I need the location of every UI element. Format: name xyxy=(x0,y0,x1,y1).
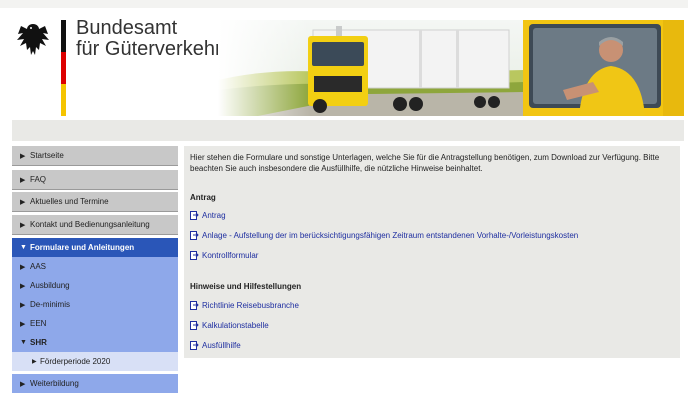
doc-link-kalkulationstabelle[interactable]: Kalkulationstabelle xyxy=(190,321,269,330)
nav-label: Weiterbildung xyxy=(30,379,79,388)
nav-label: Startseite xyxy=(30,151,64,160)
nav-label: Aktuelles und Termine xyxy=(30,197,109,206)
chevron-right-icon: ▶ xyxy=(20,221,26,229)
chevron-right-icon: ▶ xyxy=(32,359,37,365)
chevron-right-icon: ▶ xyxy=(20,152,26,160)
section-heading-antrag: Antrag xyxy=(190,193,216,202)
truck-driver-photo xyxy=(523,20,684,116)
document-download-icon xyxy=(190,251,199,260)
nav-item-een[interactable]: ▶ EEN xyxy=(12,314,178,333)
nav-item-startseite[interactable]: ▶ Startseite xyxy=(12,146,178,166)
document-download-icon xyxy=(190,211,199,220)
nav-item-formulare[interactable]: ▼ Formulare und Anleitungen xyxy=(12,238,178,257)
document-download-icon xyxy=(190,301,199,310)
nav-item-faq[interactable]: ▶ FAQ xyxy=(12,170,178,190)
nav-label: EEN xyxy=(30,319,47,328)
federal-eagle-logo-icon xyxy=(17,24,49,55)
document-download-icon xyxy=(190,321,199,330)
nav-label: FAQ xyxy=(30,175,47,184)
nav-item-kontakt[interactable]: ▶ Kontakt und Bedienungsanleitung xyxy=(12,215,178,235)
doc-link-ausfuellhilfe[interactable]: Ausfüllhilfe xyxy=(190,341,241,350)
document-download-icon xyxy=(190,231,199,240)
nav-label: Förderperiode 2020 xyxy=(40,357,111,366)
nav-label: Ausbildung xyxy=(30,281,70,290)
nav-item-aas[interactable]: ▶ AAS xyxy=(12,257,178,276)
chevron-down-icon: ▼ xyxy=(20,244,27,251)
nav-label: AAS xyxy=(30,262,47,271)
sidebar-nav: ▶ Startseite ▶ FAQ ▶ Aktuelles und Termi… xyxy=(12,146,178,393)
chevron-right-icon: ▶ xyxy=(20,380,26,388)
main-content: Hier stehen die Formulare und sonstige U… xyxy=(184,146,680,358)
site-header: Bundesamt für Güterverkehr xyxy=(12,16,684,116)
doc-link-label: Richtlinie Reisebusbranche xyxy=(202,301,299,310)
nav-label: Formulare und Anleitungen xyxy=(30,243,135,252)
german-flag-bar xyxy=(61,20,66,116)
nav-item-shr[interactable]: ▼ SHR xyxy=(12,333,178,352)
nav-item-de-minimis[interactable]: ▶ De-minimis xyxy=(12,295,178,314)
chevron-right-icon: ▶ xyxy=(20,301,26,309)
nav-label: De-minimis xyxy=(30,300,70,309)
doc-link-richtlinie[interactable]: Richtlinie Reisebusbranche xyxy=(190,301,299,310)
top-strip xyxy=(0,0,688,8)
chevron-right-icon: ▶ xyxy=(20,198,26,206)
doc-link-antrag[interactable]: Antrag xyxy=(190,211,226,220)
section-heading-hinweise: Hinweise und Hilfestellungen xyxy=(190,282,302,291)
org-name-line2: für Güterverkehr xyxy=(76,38,222,60)
chevron-right-icon: ▶ xyxy=(20,282,26,290)
doc-link-label: Antrag xyxy=(202,211,226,220)
truck-highway-photo xyxy=(218,20,524,116)
nav-label: Kontakt und Bedienungsanleitung xyxy=(30,220,150,229)
org-name-line1: Bundesamt xyxy=(76,17,178,39)
nav-label: SHR xyxy=(30,338,47,347)
nav-item-ausbildung[interactable]: ▶ Ausbildung xyxy=(12,276,178,295)
nav-item-foerderperiode-2020[interactable]: ▶ Förderperiode 2020 xyxy=(12,352,178,371)
chevron-right-icon: ▶ xyxy=(20,176,26,184)
nav-item-weiterbildung[interactable]: ▶ Weiterbildung xyxy=(12,374,178,393)
doc-link-kontrollformular[interactable]: Kontrollformular xyxy=(190,251,258,260)
chevron-down-icon: ▼ xyxy=(20,339,27,346)
doc-link-label: Kontrollformular xyxy=(202,251,259,260)
doc-link-label: Ausfüllhilfe xyxy=(202,341,241,350)
header-gray-bar xyxy=(12,120,684,141)
intro-text: Hier stehen die Formulare und sonstige U… xyxy=(190,153,660,173)
chevron-right-icon: ▶ xyxy=(20,263,26,271)
chevron-right-icon: ▶ xyxy=(20,320,26,328)
doc-link-label: Anlage - Aufstellung der im berücksichti… xyxy=(202,231,579,240)
nav-item-aktuelles[interactable]: ▶ Aktuelles und Termine xyxy=(12,192,178,212)
doc-link-label: Kalkulationstabelle xyxy=(202,321,269,330)
document-download-icon xyxy=(190,341,199,350)
doc-link-anlage[interactable]: Anlage - Aufstellung der im berücksichti… xyxy=(190,231,578,240)
org-name[interactable]: Bundesamt für Güterverkehr xyxy=(76,18,222,60)
